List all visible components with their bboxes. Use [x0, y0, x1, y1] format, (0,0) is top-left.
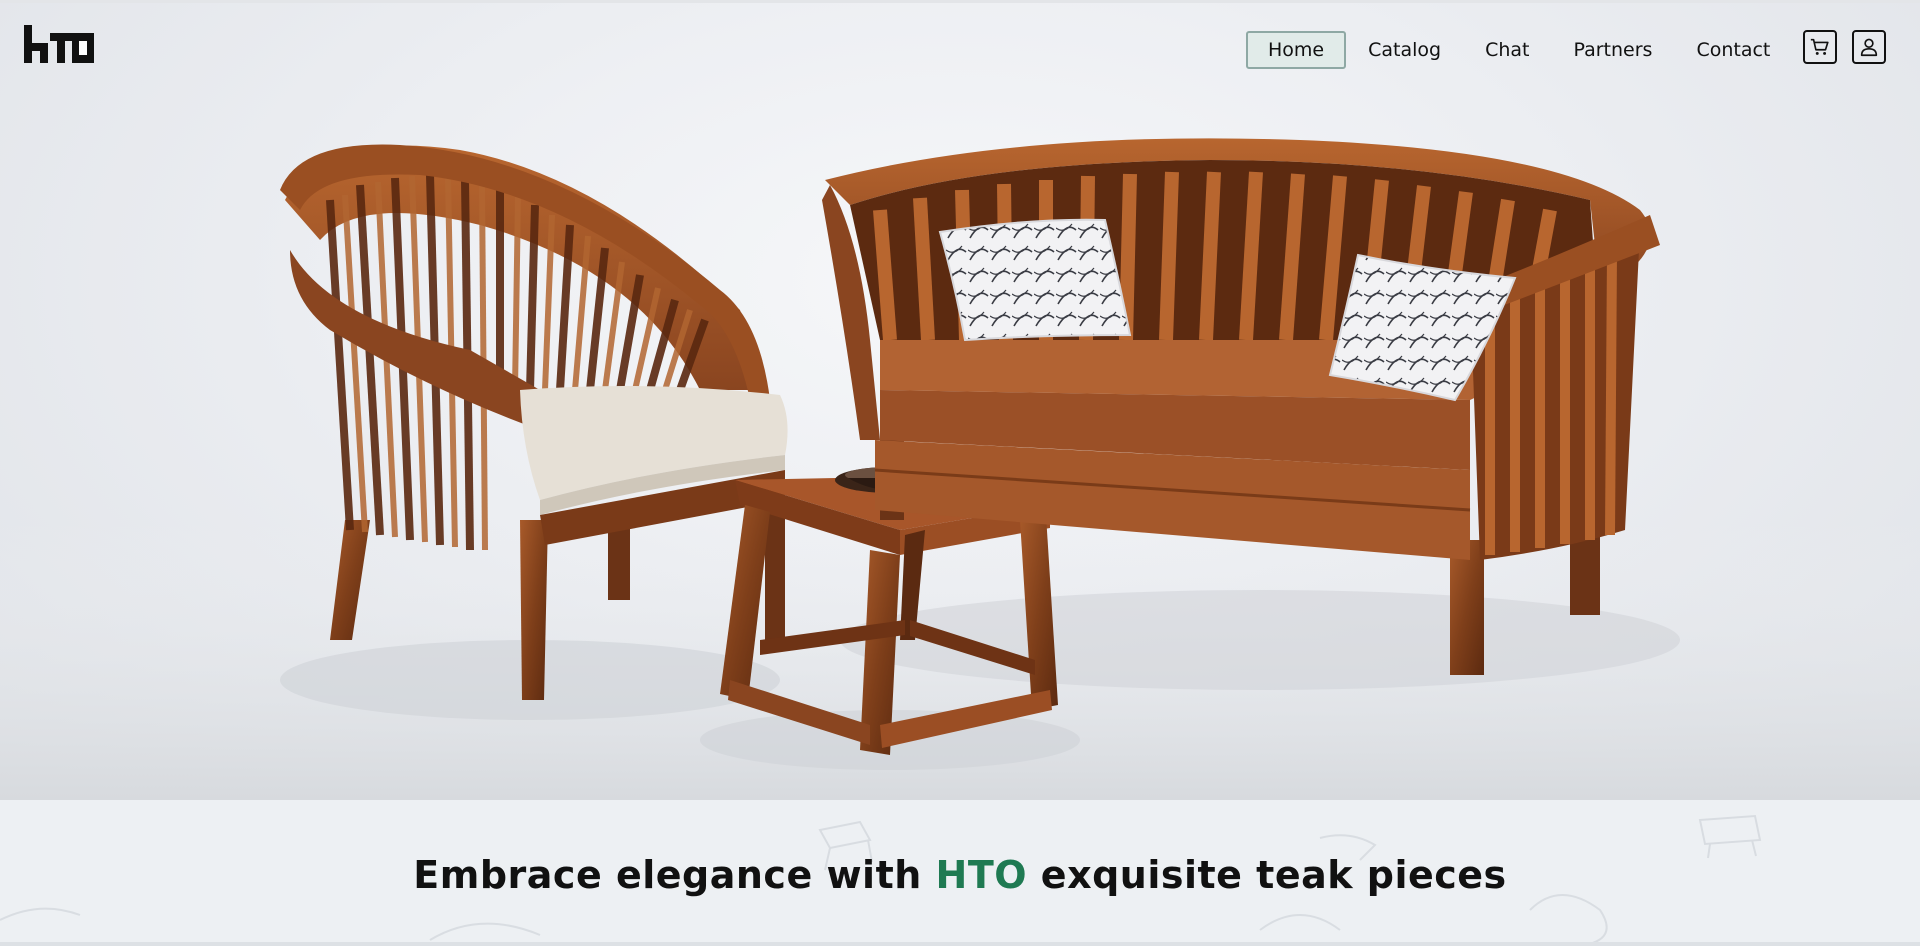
user-icon	[1860, 38, 1878, 57]
tagline-section: Embrace elegance with HTO exquisite teak…	[0, 800, 1920, 946]
nav-chat[interactable]: Chat	[1463, 31, 1551, 69]
tagline-text-start: Embrace elegance with	[413, 853, 936, 897]
hto-logo[interactable]	[22, 23, 94, 67]
nav-partners[interactable]: Partners	[1551, 31, 1674, 69]
main-nav: Home Catalog Chat Partners Contact	[1246, 31, 1792, 69]
cart-button[interactable]	[1803, 30, 1837, 64]
cart-icon	[1810, 38, 1829, 55]
hero-banner: Home Catalog Chat Partners Contact	[0, 0, 1920, 800]
site-header: Home Catalog Chat Partners Contact	[0, 0, 1920, 90]
hero-furniture-image	[0, 138, 1920, 800]
tagline-heading: Embrace elegance with HTO exquisite teak…	[0, 853, 1920, 897]
tagline-brand: HTO	[935, 853, 1028, 897]
nav-home[interactable]: Home	[1246, 31, 1347, 69]
nav-contact[interactable]: Contact	[1674, 31, 1792, 69]
page: Home Catalog Chat Partners Contact Embra…	[0, 0, 1920, 946]
bottom-divider	[0, 942, 1920, 946]
nav-catalog[interactable]: Catalog	[1346, 31, 1463, 69]
account-button[interactable]	[1852, 30, 1886, 64]
tagline-text-end: exquisite teak pieces	[1027, 853, 1507, 897]
